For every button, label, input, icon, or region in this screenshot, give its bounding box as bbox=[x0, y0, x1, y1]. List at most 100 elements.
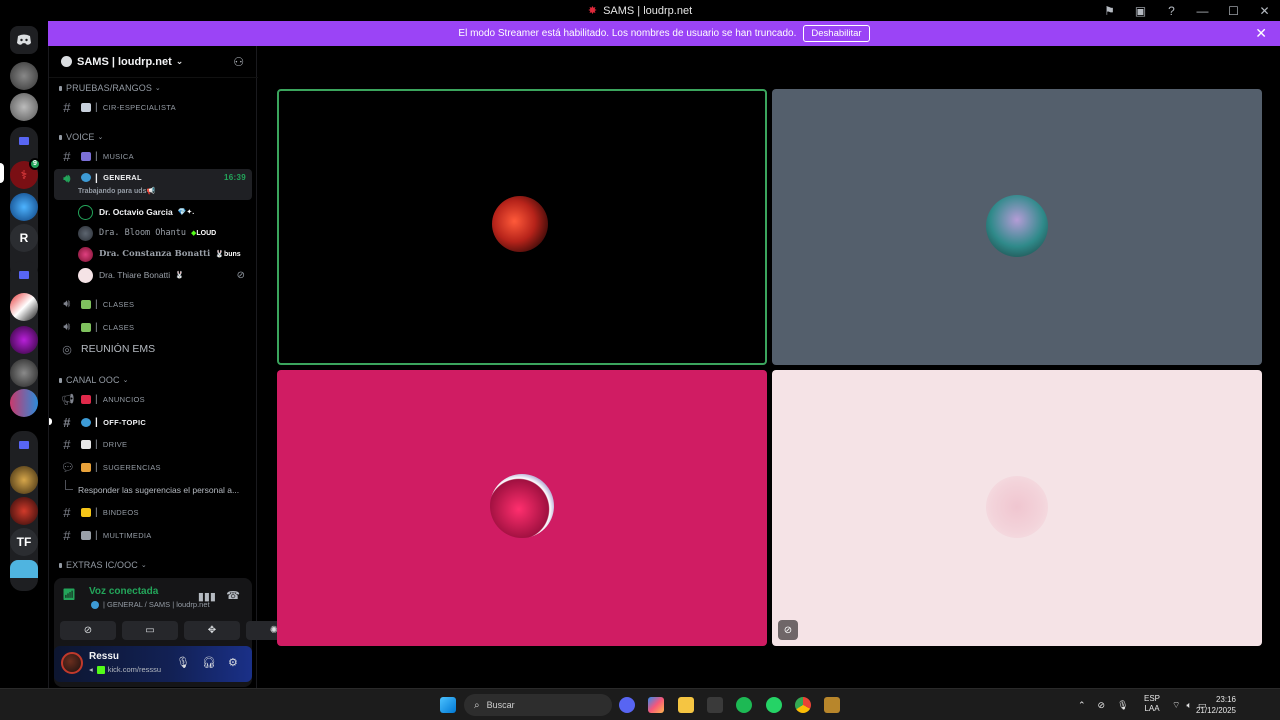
voice-user[interactable]: Dr. Octavio Garcia 💎✦. bbox=[78, 202, 253, 222]
microphone-tray-icon[interactable]: 🎙︎ bbox=[1117, 700, 1128, 711]
voice-location[interactable]: | GENERAL / SAMS | loudrp.net bbox=[91, 600, 210, 609]
chrome-icon[interactable] bbox=[795, 697, 811, 713]
discord-taskbar-icon[interactable] bbox=[619, 697, 635, 713]
noise-suppression-icon[interactable]: ▮▮▮ bbox=[198, 590, 216, 603]
keyboard-layout: LAA bbox=[1144, 704, 1160, 713]
separator: | bbox=[95, 101, 98, 113]
category-label: PRUEBAS/RANGOS bbox=[66, 83, 152, 93]
maximize-icon[interactable]: ☐ bbox=[1218, 4, 1249, 18]
server-name: SAMS | loudrp.net bbox=[77, 55, 172, 68]
participant-avatar bbox=[492, 196, 548, 252]
channel-musica[interactable]: # | MUSICA bbox=[54, 146, 252, 166]
participant-avatar bbox=[986, 476, 1048, 538]
language-indicator[interactable]: ESP LAA bbox=[1144, 694, 1160, 714]
camera-off-button[interactable]: ⊘ bbox=[60, 621, 116, 640]
server-icon-nm[interactable] bbox=[10, 293, 38, 321]
server-icon-badge[interactable] bbox=[10, 359, 38, 387]
thread-sugerencias[interactable]: Responder las sugerencias el personal a.… bbox=[54, 480, 252, 500]
settings-gear-icon[interactable]: ⚙ bbox=[228, 656, 238, 669]
channel-clases-1[interactable]: 🔊︎ | CLASES bbox=[54, 294, 252, 314]
search-label: Buscar bbox=[486, 700, 515, 710]
category-voice[interactable]: VOICE ⌄ bbox=[59, 132, 103, 142]
volume-icon: 🔈︎ bbox=[1186, 699, 1192, 710]
channel-drive[interactable]: # | DRIVE bbox=[54, 434, 252, 454]
help-icon[interactable]: ? bbox=[1156, 4, 1187, 18]
invite-people-icon[interactable]: ⚇ bbox=[233, 55, 244, 69]
channel-off-topic[interactable]: # | OFF-TOPIC bbox=[54, 412, 252, 432]
chevron-up-icon[interactable]: ⌃ bbox=[1078, 700, 1086, 711]
app-cube-icon[interactable] bbox=[707, 697, 723, 713]
participant-avatar bbox=[490, 474, 554, 538]
taskbar-clock[interactable]: 23:16 21/12/2025 bbox=[1196, 694, 1236, 716]
discord-home-icon[interactable] bbox=[10, 26, 38, 54]
participant-tile-3[interactable] bbox=[277, 370, 767, 646]
avatar[interactable] bbox=[61, 652, 83, 674]
kick-icon bbox=[96, 665, 105, 674]
voice-user[interactable]: Dra. Constanza Bonatti 🐰buns bbox=[78, 244, 253, 264]
microphone-icon[interactable]: 🎙︎ bbox=[176, 656, 190, 669]
channel-anuncios[interactable]: 📢︎ | ANUNCIOS bbox=[54, 389, 252, 409]
channel-general[interactable]: 🔊︎ | GENERAL 16:39 Trabajando para uds📢 bbox=[54, 169, 252, 200]
category-label: EXTRAS IC/OOC bbox=[66, 560, 138, 570]
spotify-icon[interactable] bbox=[736, 697, 752, 713]
banner-close-icon[interactable]: ✕ bbox=[1255, 25, 1267, 42]
copilot-icon[interactable] bbox=[648, 697, 664, 713]
category-pruebas[interactable]: PRUEBAS/RANGOS ⌄ bbox=[59, 83, 161, 93]
screen-share-button[interactable]: ▭ bbox=[122, 621, 178, 640]
server-icon-unicorn[interactable] bbox=[10, 326, 38, 354]
server-icon-duo[interactable] bbox=[10, 389, 38, 417]
chevron-down-icon: ⌄ bbox=[175, 56, 184, 66]
activities-button[interactable]: ✥ bbox=[184, 621, 240, 640]
category-extras[interactable]: EXTRAS IC/OOC ⌄ bbox=[59, 560, 147, 570]
taskbar-search[interactable]: ⌕ Buscar bbox=[464, 694, 612, 716]
channel-label: GENERAL bbox=[103, 173, 142, 182]
inbox-icon[interactable]: ▣ bbox=[1125, 4, 1156, 18]
server-icon-fire[interactable] bbox=[10, 497, 38, 525]
server-icon-r[interactable]: R bbox=[10, 224, 38, 252]
flag-icon[interactable]: ⚑ bbox=[1094, 4, 1125, 18]
channel-sidebar: SAMS | loudrp.net ⌄ ⚇ PRUEBAS/RANGOS ⌄ #… bbox=[48, 46, 302, 688]
close-icon[interactable]: ✕ bbox=[1249, 4, 1280, 18]
category-canal-ooc[interactable]: CANAL OOC ⌄ bbox=[59, 375, 129, 385]
voice-connected-status[interactable]: Voz conectada bbox=[89, 586, 158, 597]
disable-streamer-button[interactable]: Deshabilitar bbox=[803, 25, 870, 42]
headphones-icon[interactable]: 🎧︎ bbox=[202, 656, 216, 669]
signal-icon[interactable]: 📶︎ bbox=[62, 588, 80, 606]
server-icon-skull[interactable] bbox=[10, 93, 38, 121]
server-icon-mask[interactable] bbox=[10, 62, 38, 90]
file-explorer-icon[interactable] bbox=[678, 697, 694, 713]
user-status-text: kick.com/resssu bbox=[107, 665, 162, 674]
book-emoji-icon bbox=[81, 322, 91, 332]
globe-emoji-icon bbox=[81, 173, 91, 182]
voice-user[interactable]: Dra. Thiare Bonatti 🐰 ⊘ bbox=[78, 265, 253, 285]
server-icon-partial[interactable] bbox=[10, 560, 38, 578]
channel-reunion-ems[interactable]: ◎ REUNIÓN EMS bbox=[54, 339, 252, 359]
minimize-icon[interactable]: — bbox=[1187, 4, 1218, 18]
network-off-icon[interactable]: ⊘ bbox=[1098, 700, 1106, 711]
server-rail: ⚕ 9 R TF bbox=[0, 21, 48, 688]
channel-clases-2[interactable]: 🔊︎ | CLASES bbox=[54, 317, 252, 337]
server-icon-tf[interactable]: TF bbox=[10, 528, 38, 556]
participant-tile-4[interactable]: ⊘ bbox=[772, 370, 1262, 646]
server-header[interactable]: SAMS | loudrp.net ⌄ ⚇ bbox=[49, 46, 258, 78]
chevron-down-icon: ⌄ bbox=[122, 377, 129, 384]
disconnect-icon[interactable]: ☎ bbox=[226, 589, 240, 602]
server-icon-flying[interactable] bbox=[10, 466, 38, 494]
participant-tile-1[interactable] bbox=[277, 89, 767, 365]
channel-bindeos[interactable]: # | BINDEOS bbox=[54, 502, 252, 522]
voice-user[interactable]: Dra. Bloom Ohantu ◆LOUD bbox=[78, 223, 253, 243]
app-game-icon[interactable] bbox=[824, 697, 840, 713]
windows-start-icon[interactable] bbox=[440, 697, 456, 713]
windows-taskbar: ⌕ Buscar ⌃ ⊘ 🎙︎ ESP LAA ⌔ 🔈︎ ▭ 23:16 21/… bbox=[0, 688, 1280, 720]
channel-multimedia[interactable]: # | MULTIMEDIA bbox=[54, 525, 252, 545]
participant-tile-2[interactable] bbox=[772, 89, 1262, 365]
whatsapp-icon[interactable] bbox=[766, 697, 782, 713]
server-icon-sams[interactable]: ⚕ 9 bbox=[10, 158, 41, 189]
server-icon-blue[interactable] bbox=[10, 193, 38, 221]
channel-sugerencias[interactable]: 💬︎ | SUGERENCIAS bbox=[54, 457, 252, 477]
avatar bbox=[78, 246, 93, 262]
stage-icon: ◎ bbox=[62, 343, 72, 356]
username[interactable]: Ressu bbox=[89, 651, 119, 662]
mailbox-emoji-icon bbox=[81, 439, 91, 449]
channel-cir-especialista[interactable]: # | CIR-ESPECIALISTA bbox=[54, 97, 252, 117]
